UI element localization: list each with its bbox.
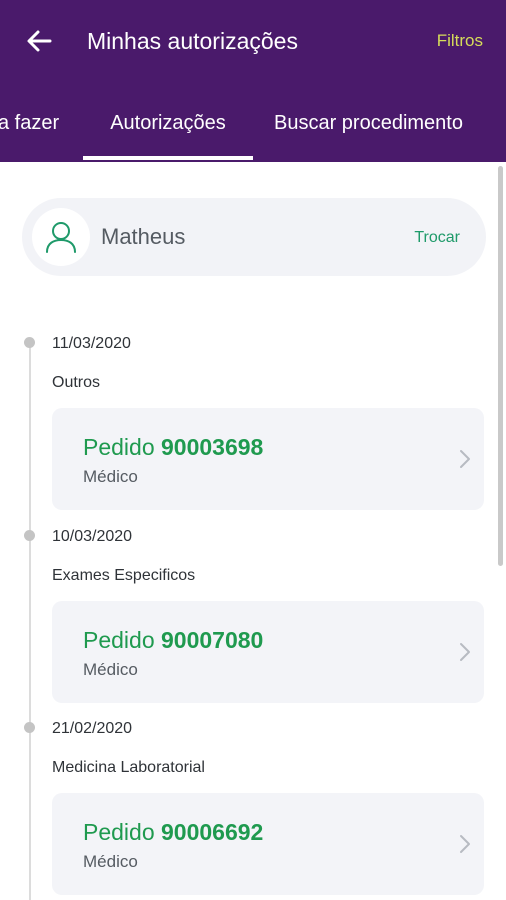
order-type: Médico [83,467,138,486]
timeline-dot [24,530,35,541]
timeline-category: Medicina Laboratorial [52,759,205,776]
tab-autorizacoes[interactable]: Autorizações [83,96,253,162]
timeline-date: 11/03/2020 [52,335,131,352]
toolbar: Minhas autorizações Filtros [0,0,506,82]
switch-user-button[interactable]: Trocar [414,227,460,249]
app-header: Minhas autorizações Filtros a fazer Auto… [0,0,506,162]
timeline-dot [24,337,35,348]
user-icon [46,222,76,253]
avatar [32,208,90,266]
timeline-date: 21/02/2020 [52,720,133,737]
tab-a-fazer[interactable]: a fazer [0,96,59,162]
chevron-right-icon [460,450,470,468]
filters-button[interactable]: Filtros [437,29,483,53]
timeline-line [29,343,31,900]
order-prefix: Pedido [83,819,155,845]
chevron-right-icon [460,643,470,661]
order-card[interactable]: Pedido 90003698 Médico [52,408,484,510]
scrollbar[interactable] [498,166,503,566]
timeline-dot [24,722,35,733]
timeline-category: Exames Especificos [52,567,196,584]
order-number: 90006692 [161,819,264,845]
arrow-left-icon [27,30,52,52]
timeline-category: Outros [52,374,101,391]
chevron-right-icon [460,835,470,853]
order-card[interactable]: Pedido 90007080 Médico [52,601,484,703]
timeline-date: 10/03/2020 [52,528,133,545]
order-title: Pedido 90006692 [83,817,263,847]
tab-buscar-procedimento[interactable]: Buscar procedimento [274,96,463,162]
order-type: Médico [83,660,138,679]
page-title: Minhas autorizações [87,28,298,54]
order-card[interactable]: Pedido 90006692 Médico [52,793,484,895]
user-name: Matheus [101,224,186,249]
order-number: 90007080 [161,627,264,653]
tab-bar: a fazer Autorizações Buscar procedimento [0,96,506,162]
order-title: Pedido 90007080 [83,625,263,655]
order-prefix: Pedido [83,434,155,460]
active-tab-indicator [83,156,253,160]
user-selector-card: Matheus Trocar [22,198,486,276]
order-type: Médico [83,852,138,871]
order-title: Pedido 90003698 [83,432,263,462]
order-prefix: Pedido [83,627,155,653]
app-screen: Minhas autorizações Filtros a fazer Auto… [0,0,506,900]
back-button[interactable] [22,24,56,58]
order-number: 90003698 [161,434,264,460]
